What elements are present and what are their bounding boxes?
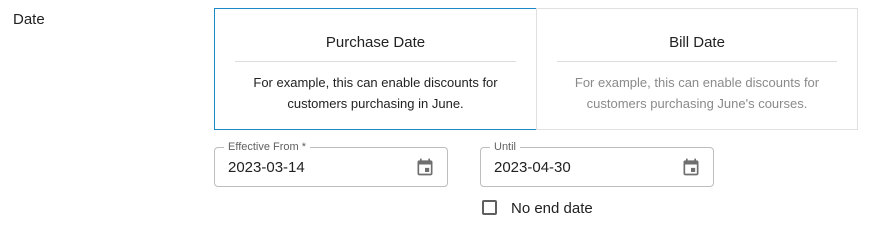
until-label: Until <box>490 140 521 154</box>
checkbox-box[interactable] <box>482 200 497 215</box>
purchase-date-title: Purchase Date <box>325 34 426 51</box>
until-field[interactable]: Until 2023-04-30 <box>480 140 714 187</box>
calendar-icon[interactable] <box>681 157 701 177</box>
purchase-date-option[interactable]: Purchase Date For example, this can enab… <box>214 8 537 130</box>
purchase-date-divider <box>235 61 516 62</box>
until-value[interactable]: 2023-04-30 <box>494 159 571 176</box>
effective-from-field[interactable]: Effective From * 2023-03-14 <box>214 140 448 187</box>
purchase-date-description: For example, this can enable discounts f… <box>253 75 498 111</box>
effective-from-label: Effective From * <box>224 140 311 154</box>
effective-from-value[interactable]: 2023-03-14 <box>228 159 305 176</box>
calendar-icon[interactable] <box>415 157 435 177</box>
bill-date-divider <box>557 61 837 62</box>
bill-date-description: For example, this can enable discounts f… <box>574 75 820 111</box>
bill-date-title: Bill Date <box>669 34 725 51</box>
section-label-date: Date <box>13 11 45 28</box>
bill-date-option[interactable]: Bill Date For example, this can enable d… <box>536 8 858 130</box>
no-end-date-label: No end date <box>511 200 593 217</box>
